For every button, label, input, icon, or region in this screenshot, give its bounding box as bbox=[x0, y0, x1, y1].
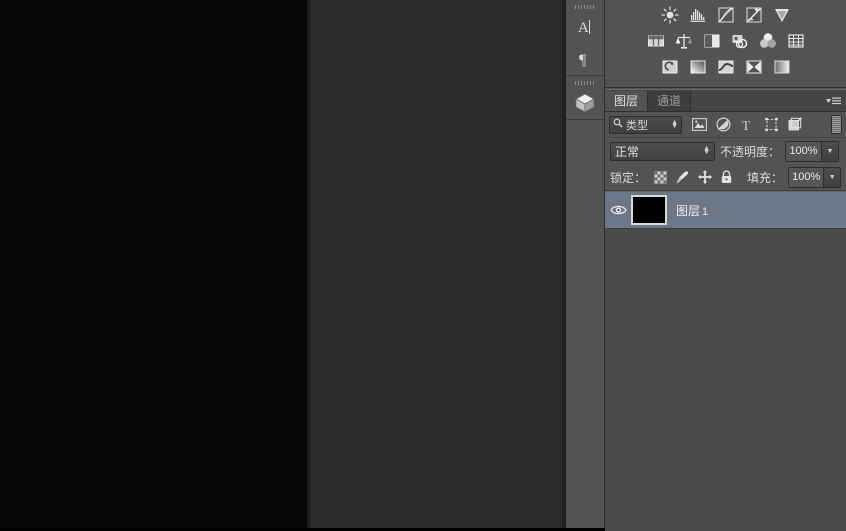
filter-type-buttons: T bbox=[691, 117, 803, 133]
curves-icon[interactable] bbox=[715, 4, 737, 26]
levels-icon[interactable] bbox=[687, 4, 709, 26]
lock-row: 锁定： 填充： 100% ▼ bbox=[605, 164, 846, 191]
dock-group-3d bbox=[566, 76, 604, 120]
svg-text:T: T bbox=[742, 118, 750, 132]
layer-number: 1 bbox=[702, 205, 709, 218]
search-icon bbox=[613, 118, 623, 131]
workspace-background[interactable] bbox=[310, 0, 562, 528]
posterize-icon[interactable] bbox=[687, 56, 709, 78]
filter-kind-select[interactable]: 类型 ▲ ▼ bbox=[609, 115, 682, 134]
right-panel-column: 图层 通道 类型 ▲ ▼ T 正常 ▲ ▼ 不透明度： 100% ▼ 锁定： 填… bbox=[605, 0, 846, 531]
blend-mode-value: 正常 bbox=[615, 144, 640, 159]
threshold-icon[interactable] bbox=[715, 56, 737, 78]
layer-name-text: 图层 bbox=[676, 203, 701, 218]
blend-mode-select[interactable]: 正常 ▲ ▼ bbox=[610, 141, 715, 161]
dock-group-type: A ¶ bbox=[566, 0, 604, 76]
selective-color-icon[interactable] bbox=[743, 56, 765, 78]
tab-layers[interactable]: 图层 bbox=[605, 91, 649, 111]
layer-list[interactable]: 图层 1 bbox=[605, 191, 846, 531]
adjustments-row-3 bbox=[605, 52, 846, 78]
adjustments-row-2 bbox=[605, 26, 846, 52]
black-white-icon[interactable] bbox=[673, 30, 695, 52]
invert-icon[interactable] bbox=[659, 56, 681, 78]
lock-label: 锁定： bbox=[610, 170, 647, 185]
opacity-value[interactable]: 100% bbox=[786, 141, 823, 161]
blend-mode-row: 正常 ▲ ▼ 不透明度： 100% ▼ bbox=[605, 138, 846, 164]
layers-panel-tabstrip: 图层 通道 bbox=[605, 90, 846, 112]
table-row[interactable]: 图层 1 bbox=[605, 191, 846, 229]
filter-pixel-icon[interactable] bbox=[691, 117, 707, 133]
filter-smart-object-icon[interactable] bbox=[787, 117, 803, 133]
3d-panel-icon[interactable] bbox=[566, 87, 604, 119]
color-lookup-icon[interactable] bbox=[757, 30, 779, 52]
svg-text:¶: ¶ bbox=[579, 52, 587, 69]
character-panel-icon[interactable]: A bbox=[566, 11, 604, 43]
collapsed-panel-dock: A ¶ bbox=[566, 0, 605, 528]
brightness-contrast-icon[interactable] bbox=[659, 4, 681, 26]
pattern-icon[interactable] bbox=[785, 30, 807, 52]
adjustments-row-1 bbox=[605, 0, 846, 26]
photoshop-window: A ¶ 图层 通道 类型 ▲ ▼ T 正常 ▲ ▼ 不透明度： 100% ▼ 锁… bbox=[0, 0, 846, 531]
adjustments-panel bbox=[605, 0, 846, 88]
vibrance-icon[interactable] bbox=[771, 4, 793, 26]
layer-thumbnail[interactable] bbox=[631, 195, 667, 225]
filter-kind-spinner[interactable]: ▲ ▼ bbox=[671, 119, 678, 130]
lock-transparency-icon[interactable] bbox=[653, 170, 668, 185]
paragraph-panel-icon[interactable]: ¶ bbox=[566, 43, 604, 75]
opacity-field[interactable]: 100% ▼ bbox=[785, 140, 840, 162]
lock-buttons bbox=[653, 170, 734, 185]
channel-mixer-icon[interactable] bbox=[729, 30, 751, 52]
svg-text:A: A bbox=[578, 20, 589, 36]
lock-all-icon[interactable] bbox=[719, 170, 734, 185]
fill-dropdown-icon[interactable]: ▼ bbox=[824, 167, 840, 187]
blend-mode-spinner[interactable]: ▲ ▼ bbox=[703, 145, 710, 156]
fill-value[interactable]: 100% bbox=[789, 167, 825, 187]
tab-channels[interactable]: 通道 bbox=[648, 91, 692, 111]
opacity-label: 不透明度： bbox=[720, 144, 781, 159]
lock-position-icon[interactable] bbox=[697, 170, 712, 185]
photo-filter-icon[interactable] bbox=[701, 30, 723, 52]
layers-filter-row: 类型 ▲ ▼ T bbox=[605, 112, 846, 138]
document-canvas[interactable] bbox=[0, 0, 307, 528]
panel-menu-icon[interactable] bbox=[826, 95, 842, 107]
dock-grip-handle[interactable] bbox=[566, 0, 604, 11]
fill-label: 填充： bbox=[747, 170, 784, 185]
layer-name[interactable]: 图层 1 bbox=[676, 202, 708, 219]
eye-icon[interactable] bbox=[605, 204, 631, 216]
layers-panel: 图层 通道 类型 ▲ ▼ T 正常 ▲ ▼ 不透明度： 100% ▼ 锁定： 填… bbox=[605, 89, 846, 531]
lock-image-icon[interactable] bbox=[675, 170, 690, 185]
filter-enable-toggle[interactable] bbox=[831, 115, 842, 134]
filter-type-icon[interactable]: T bbox=[739, 117, 755, 133]
color-balance-icon[interactable] bbox=[645, 30, 667, 52]
filter-adjustment-icon[interactable] bbox=[715, 117, 731, 133]
exposure-icon[interactable] bbox=[743, 4, 765, 26]
gradient-map-icon[interactable] bbox=[771, 56, 793, 78]
fill-field[interactable]: 100% ▼ bbox=[788, 166, 841, 188]
opacity-dropdown-icon[interactable]: ▼ bbox=[822, 141, 839, 161]
filter-shape-icon[interactable] bbox=[763, 117, 779, 133]
dock-grip-handle-3d[interactable] bbox=[566, 76, 604, 87]
filter-kind-label: 类型 bbox=[626, 119, 648, 132]
